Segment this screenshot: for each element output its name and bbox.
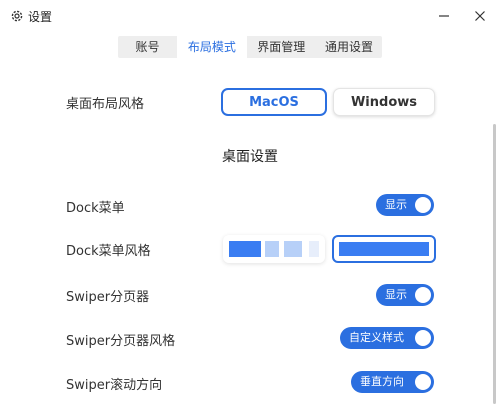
close-icon (475, 11, 485, 21)
swiper-direction-toggle[interactable]: 垂直方向 (351, 371, 434, 393)
style-block (229, 241, 261, 257)
minimize-icon (439, 15, 449, 17)
tab-general-settings[interactable]: 通用设置 (316, 36, 382, 58)
minimize-button[interactable] (432, 4, 456, 28)
style-block (284, 241, 302, 257)
close-button[interactable] (468, 4, 492, 28)
toggle-text: 显示 (385, 288, 407, 301)
toggle-knob (415, 374, 431, 390)
vertical-scrollbar[interactable] (493, 124, 496, 404)
settings-tabs: 账号 布局模式 界面管理 通用设置 (118, 36, 382, 58)
dock-style-option-bar[interactable] (332, 235, 436, 263)
macos-option-button[interactable]: MacOS (221, 88, 327, 116)
toggle-knob (415, 197, 431, 213)
swiper-pager-style-label: Swiper分页器风格 (66, 334, 176, 349)
tab-interface-management[interactable]: 界面管理 (247, 36, 316, 58)
swiper-direction-label: Swiper滚动方向 (66, 378, 163, 393)
desktop-layout-label: 桌面布局风格 (66, 97, 145, 112)
toggle-text: 垂直方向 (360, 375, 404, 388)
swiper-pager-label: Swiper分页器 (66, 290, 150, 305)
dock-style-label: Dock菜单风格 (66, 244, 151, 259)
tab-layout-mode[interactable]: 布局模式 (177, 36, 247, 58)
tab-account[interactable]: 账号 (118, 36, 177, 58)
dock-menu-toggle[interactable]: 显示 (376, 194, 434, 216)
style-block (309, 241, 319, 257)
toggle-knob (415, 330, 431, 346)
dock-style-option-blocks[interactable] (223, 235, 325, 263)
swiper-pager-style-toggle[interactable]: 自定义样式 (340, 327, 434, 349)
dock-menu-label: Dock菜单 (66, 201, 125, 216)
toggle-text: 自定义样式 (349, 331, 404, 344)
swiper-pager-toggle[interactable]: 显示 (376, 284, 434, 306)
section-title: 桌面设置 (222, 149, 278, 165)
toggle-text: 显示 (385, 198, 407, 211)
style-block (265, 241, 279, 257)
style-bar (339, 242, 429, 256)
title-bar: 设置 (0, 0, 500, 32)
toggle-knob (415, 287, 431, 303)
windows-option-button[interactable]: Windows (333, 88, 435, 116)
window-title: 设置 (28, 10, 53, 24)
gear-icon (11, 10, 23, 22)
